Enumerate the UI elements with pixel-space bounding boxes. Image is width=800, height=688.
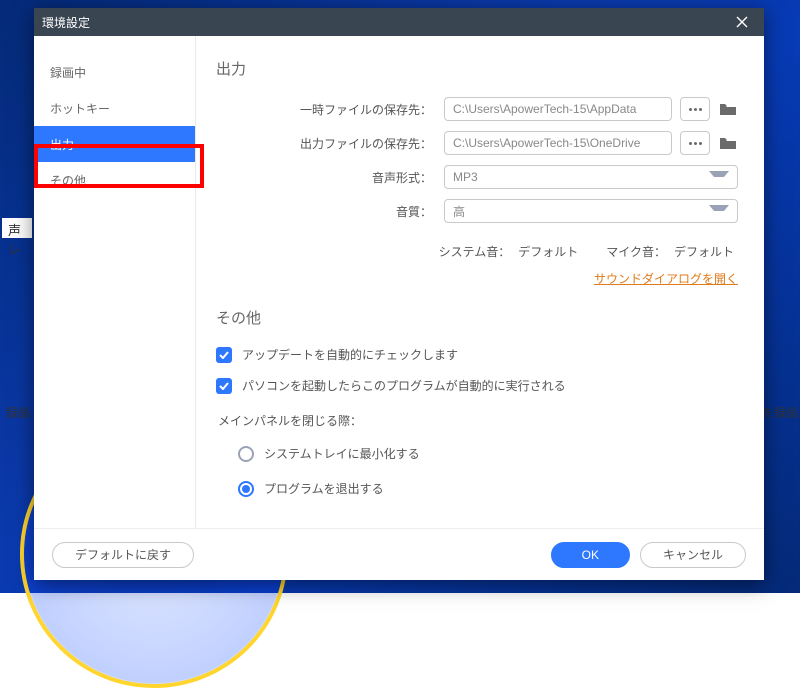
ok-button[interactable]: OK (551, 542, 630, 568)
system-sound-value: デフォルト (518, 243, 578, 260)
sound-info: システム音： デフォルト マイク音： デフォルト (216, 243, 738, 260)
exit-program-radio[interactable] (238, 481, 254, 497)
titlebar: 環境設定 (34, 8, 764, 36)
mic-sound-label: マイク音： (606, 243, 666, 260)
footer: デフォルトに戻す OK キャンセル (34, 528, 764, 580)
autostart-checkbox[interactable] (216, 378, 232, 394)
system-sound-label: システム音： (439, 243, 511, 260)
temp-path-open-folder[interactable] (718, 101, 738, 117)
section-heading-other: その他 (216, 307, 738, 328)
content-pane: 出力 一時ファイルの保存先： C:\Users\ApowerTech-15\Ap… (196, 36, 764, 528)
minimize-tray-label: システムトレイに最小化する (264, 445, 420, 462)
settings-dialog: 環境設定 録画中 ホットキー 出力 その他 出力 一時ファイルの保存先： C:\… (34, 8, 764, 580)
check-icon (219, 382, 229, 390)
sidebar-item-hotkey[interactable]: ホットキー (34, 90, 195, 126)
sidebar-item-recording[interactable]: 録画中 (34, 54, 195, 90)
minimize-tray-radio[interactable] (238, 446, 254, 462)
folder-icon (719, 136, 737, 150)
sidebar: 録画中 ホットキー 出力 その他 (34, 36, 196, 528)
folder-icon (719, 102, 737, 116)
close-button[interactable] (728, 8, 756, 36)
back-window-record: 録画 (6, 404, 30, 421)
check-icon (219, 351, 229, 359)
auto-update-label: アップデートを自動的にチェックします (242, 346, 458, 363)
back-window-fragment: 声 レ (2, 218, 32, 238)
mic-sound-value: デフォルト (674, 243, 734, 260)
temp-path-field[interactable]: C:\Users\ApowerTech-15\AppData (444, 97, 672, 121)
sidebar-item-other[interactable]: その他 (34, 162, 195, 198)
quality-select[interactable]: 高 (444, 199, 738, 223)
audio-format-select[interactable]: MP3 (444, 165, 738, 189)
exit-program-label: プログラムを退出する (264, 480, 384, 497)
temp-path-browse-button[interactable] (680, 97, 710, 121)
cancel-button[interactable]: キャンセル (640, 542, 746, 568)
out-path-label: 出力ファイルの保存先： (216, 135, 436, 152)
autostart-label: パソコンを起動したらこのプログラムが自動的に実行される (242, 377, 566, 394)
out-path-browse-button[interactable] (680, 131, 710, 155)
open-sound-dialog-link[interactable]: サウンドダイアログを開く (594, 270, 738, 287)
sidebar-item-output[interactable]: 出力 (34, 126, 195, 162)
auto-update-checkbox[interactable] (216, 347, 232, 363)
section-heading-output: 出力 (216, 58, 738, 79)
quality-label: 音質： (216, 203, 436, 220)
out-path-field[interactable]: C:\Users\ApowerTech-15\OneDrive (444, 131, 672, 155)
reset-defaults-button[interactable]: デフォルトに戻す (52, 542, 194, 568)
out-path-open-folder[interactable] (718, 135, 738, 151)
dialog-title: 環境設定 (42, 14, 90, 31)
close-behavior-label: メインパネルを閉じる際： (218, 412, 738, 429)
close-icon (736, 16, 748, 28)
temp-path-label: 一時ファイルの保存先： (216, 101, 436, 118)
audio-format-label: 音声形式： (216, 169, 436, 186)
